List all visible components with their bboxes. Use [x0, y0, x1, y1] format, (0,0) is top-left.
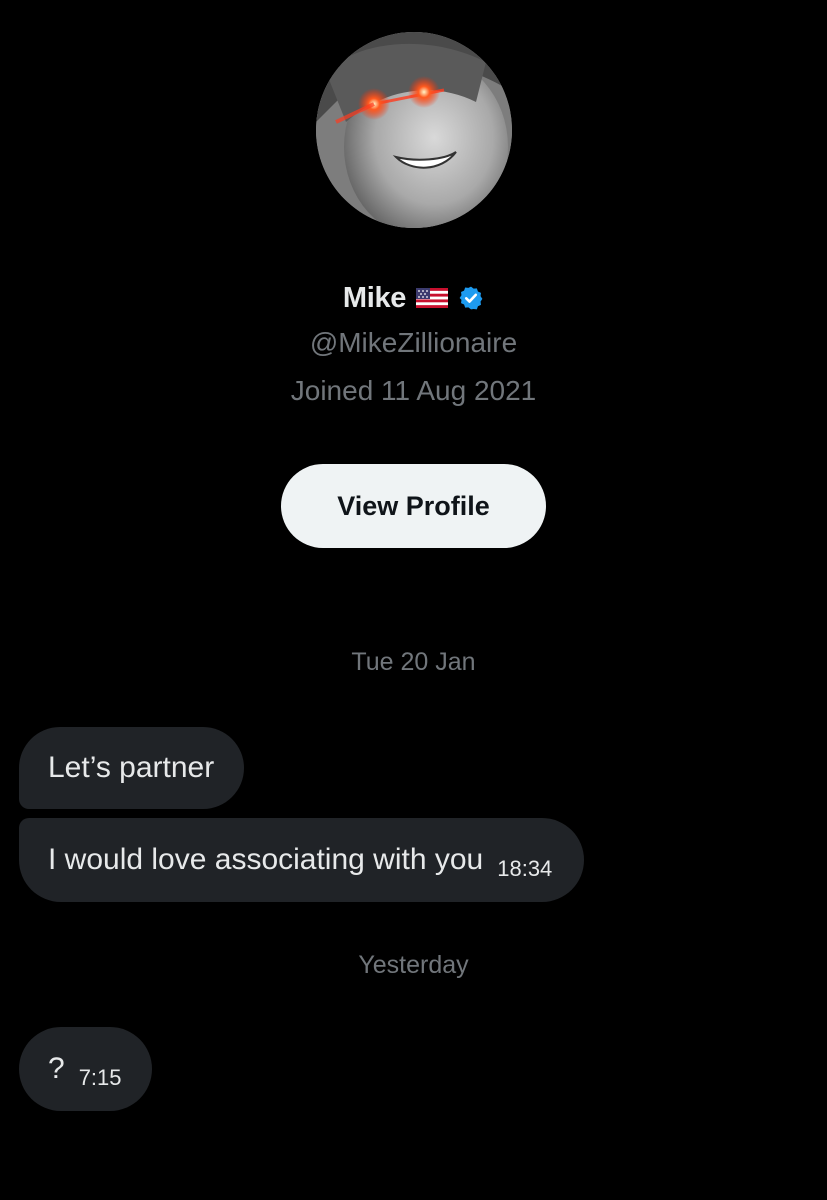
profile-avatar[interactable]: [316, 32, 512, 228]
message-bubble[interactable]: ? 7:15: [19, 1027, 152, 1111]
profile-name-row: Mike: [0, 276, 827, 320]
message-text: ?: [48, 1052, 65, 1085]
message-timestamp: 18:34: [497, 856, 553, 881]
date-separator: Tue 20 Jan: [351, 648, 476, 676]
message-bubble[interactable]: I would love associating with you 18:34: [19, 818, 585, 902]
message-text: Let’s partner: [48, 751, 215, 784]
message-bubble[interactable]: Let’s partner: [19, 727, 245, 809]
date-separator: Yesterday: [358, 951, 469, 979]
message-text: I would love associating with you: [48, 843, 484, 876]
joined-date: Joined 11 Aug 2021: [290, 375, 537, 406]
avatar-image: [316, 32, 512, 228]
profile-handle: @MikeZillionaire: [309, 327, 518, 358]
us-flag-icon: [416, 288, 449, 308]
message-timestamp: 7:15: [78, 1065, 122, 1090]
view-profile-button[interactable]: View Profile: [281, 464, 546, 548]
display-name: Mike: [342, 281, 407, 314]
verified-badge-icon: [458, 285, 484, 311]
